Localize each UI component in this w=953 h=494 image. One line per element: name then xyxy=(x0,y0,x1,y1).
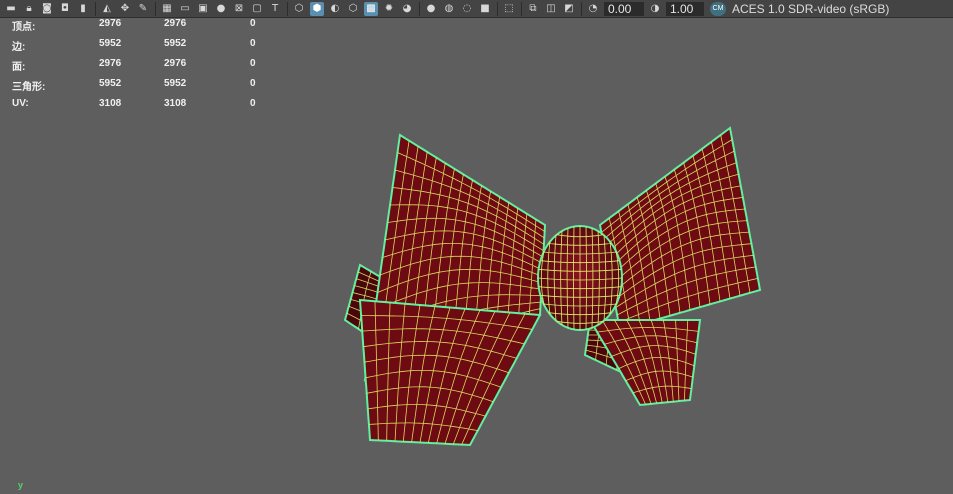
bow-right-loop[interactable] xyxy=(598,126,762,332)
bow-mesh-viewport[interactable] xyxy=(0,0,953,494)
axis-indicator-label: y xyxy=(18,480,24,490)
